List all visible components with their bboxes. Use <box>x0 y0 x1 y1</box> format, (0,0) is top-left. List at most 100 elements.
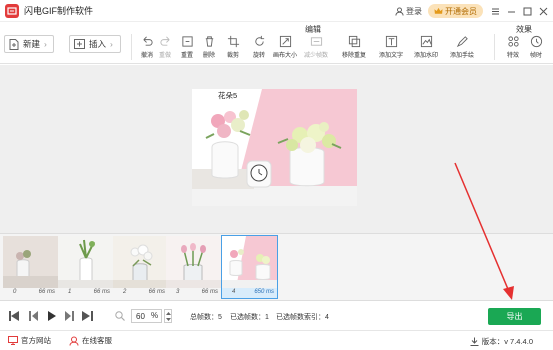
frame-duration: 66 ms <box>201 289 218 295</box>
title-bar: 闪电GIF制作软件 登录 开通会员 <box>0 0 553 22</box>
export-button[interactable]: 导出 <box>488 308 541 325</box>
tool-label: 移除重复 <box>341 53 366 59</box>
frame-index: 0 <box>13 289 17 295</box>
close-icon <box>539 7 548 15</box>
total-frames-label: 总帧数： <box>190 314 218 321</box>
add-watermark-icon <box>420 35 432 48</box>
close-button[interactable] <box>537 5 550 18</box>
frame-duration: 66 ms <box>148 289 165 295</box>
frame-thumbnail[interactable]: 3 66 ms <box>166 236 221 298</box>
frame-thumbnail[interactable]: 2 66 ms <box>113 236 168 298</box>
step-forward-icon <box>64 311 74 321</box>
rotate-icon <box>254 35 264 46</box>
download-icon <box>470 337 479 346</box>
selected-frames-label: 已选帧数： <box>230 314 265 321</box>
tool-reduce-frames[interactable]: 减少帧数 <box>303 35 329 59</box>
tool-label: 旋转 <box>252 53 265 59</box>
last-frame-button[interactable] <box>81 310 93 322</box>
tool-label: 删除 <box>202 53 215 59</box>
minimize-icon <box>508 11 515 12</box>
status-bar: 官方网站 在线客服 版本：v 7.4.4.0 <box>0 330 553 350</box>
tool-crop[interactable]: 裁剪 <box>220 35 246 59</box>
frame-index: 2 <box>123 289 127 295</box>
user-icon <box>395 6 404 16</box>
frame-duration: 66 ms <box>38 289 55 295</box>
zoom-icon <box>114 310 126 322</box>
next-frame-button[interactable] <box>63 310 75 322</box>
menu-icon <box>492 8 499 14</box>
monitor-icon <box>8 336 18 345</box>
crown-icon <box>434 7 443 14</box>
tool-label: 画布大小 <box>272 53 297 59</box>
tool-remove-duplicates[interactable]: 移除重复 <box>341 35 367 59</box>
frame-index: 4 <box>232 289 236 295</box>
tool-delete[interactable]: 删除 <box>196 35 222 59</box>
skip-start-icon <box>8 311 19 321</box>
insert-label: 插入 <box>89 39 107 49</box>
version-label: 版本：v 7.4.4.0 <box>481 337 533 346</box>
previous-frame-button[interactable] <box>27 310 39 322</box>
tool-label: 添加文字 <box>378 53 403 59</box>
crop-icon <box>227 35 239 48</box>
total-frames-value: 5 <box>218 314 222 321</box>
chevron-right-icon: › <box>44 39 47 49</box>
maximize-icon <box>523 7 532 15</box>
membership-label: 开通会员 <box>445 6 477 16</box>
frame-thumbnail[interactable]: 1 66 ms <box>58 236 113 298</box>
canvas-size-icon <box>279 35 291 48</box>
frame-name-label: 花朵5 <box>218 91 238 100</box>
tool-label: 减少帧数 <box>303 53 328 59</box>
official-website-label: 官方网站 <box>21 336 51 345</box>
caret-up-icon <box>165 311 171 315</box>
zoom-unit: % <box>151 311 159 320</box>
tool-label: 重置 <box>180 53 193 59</box>
login-button[interactable]: 登录 <box>395 6 422 17</box>
separator <box>494 34 495 60</box>
tool-canvas-size[interactable]: 画布大小 <box>272 35 298 59</box>
selected-index: 已选帧数索引：4 <box>276 312 329 322</box>
minimize-button[interactable] <box>505 5 518 18</box>
tool-rotate[interactable]: 旋转 <box>246 35 272 59</box>
insert-button[interactable]: 插入 › <box>69 35 121 53</box>
preview-image <box>192 89 357 206</box>
frame-thumbnail-selected[interactable]: 4 650 ms <box>221 235 278 299</box>
tool-add-text[interactable]: 添加文字 <box>378 35 404 59</box>
online-support-link[interactable]: 在线客服 <box>69 335 112 346</box>
selected-index-value: 4 <box>325 314 329 321</box>
first-frame-button[interactable] <box>8 310 20 322</box>
caret-down-icon <box>165 317 171 321</box>
zoom-stepper[interactable] <box>164 309 172 323</box>
tool-add-drawing[interactable]: 添加手绘 <box>449 35 475 59</box>
add-drawing-icon <box>456 36 468 48</box>
maximize-button[interactable] <box>521 5 534 18</box>
new-button[interactable]: 新建 › <box>4 35 54 53</box>
frame-thumbnail[interactable]: 0 66 ms <box>3 236 58 298</box>
separator <box>131 34 132 60</box>
support-agent-icon <box>69 336 79 346</box>
add-text-icon <box>385 35 397 48</box>
online-support-label: 在线客服 <box>82 336 112 345</box>
toolbar: 新建 › 插入 › 编辑 效果 撤消 重做 重置 删除 裁剪 旋转 画布大小 减少帧数 移除重复… <box>0 22 553 64</box>
remove-duplicates-icon <box>348 35 360 48</box>
reset-icon <box>181 36 193 47</box>
tool-frame-time[interactable]: 帧时 <box>523 35 549 59</box>
frame-duration: 650 ms <box>254 289 274 295</box>
membership-button[interactable]: 开通会员 <box>428 4 483 18</box>
app-logo-icon <box>5 3 19 18</box>
frame-index: 3 <box>176 289 180 295</box>
chevron-right-icon: › <box>110 39 113 49</box>
effects-icon <box>507 36 519 47</box>
edit-group-label: 编辑 <box>305 25 321 34</box>
playback-controls: 60 % 总帧数：5 已选帧数：1 已选帧数索引：4 导出 <box>0 300 553 330</box>
play-button[interactable] <box>46 310 58 322</box>
version-info: 版本：v 7.4.4.0 <box>470 336 533 347</box>
menu-button[interactable] <box>489 5 502 18</box>
play-icon <box>48 311 56 321</box>
tool-label: 添加水印 <box>413 53 438 59</box>
reduce-frames-icon <box>310 37 322 46</box>
frame-time-icon <box>530 35 542 48</box>
tool-add-watermark[interactable]: 添加水印 <box>413 35 439 59</box>
official-website-link[interactable]: 官方网站 <box>8 335 51 346</box>
delete-icon <box>205 36 213 47</box>
redo-icon <box>159 36 170 46</box>
